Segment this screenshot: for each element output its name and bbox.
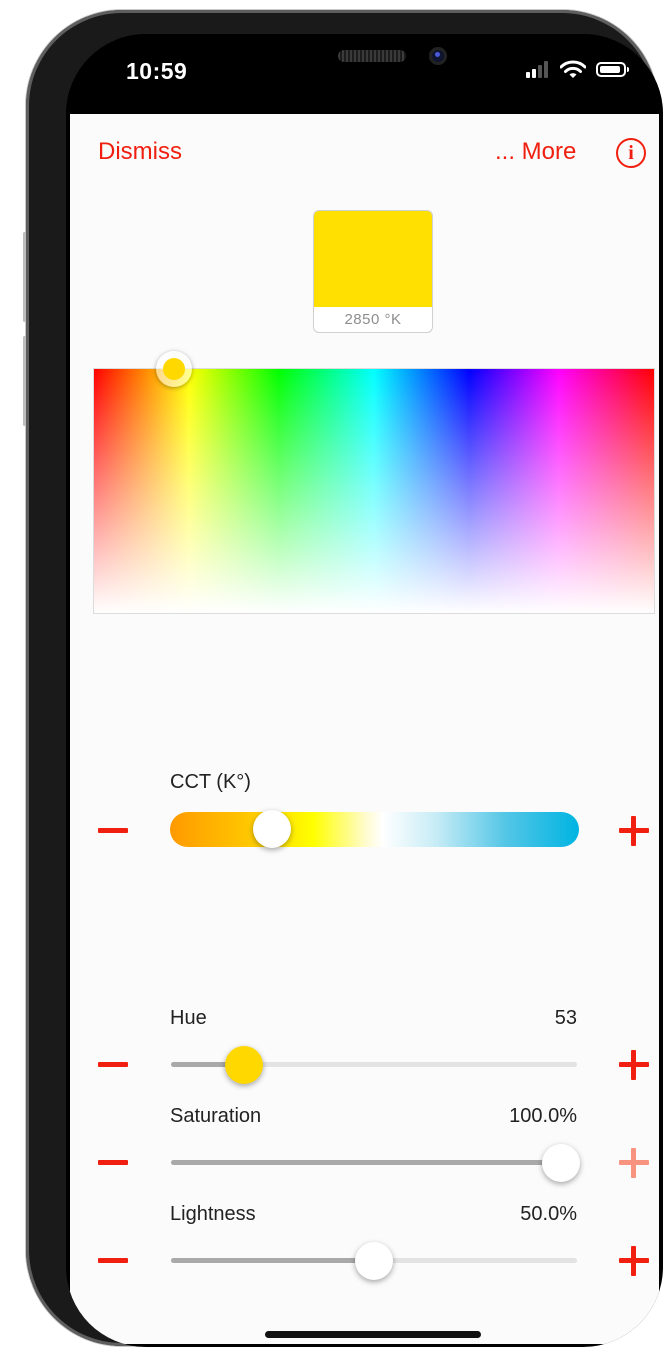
home-indicator bbox=[265, 1331, 481, 1338]
lightness-label: Lightness bbox=[170, 1203, 256, 1225]
swatch-color bbox=[314, 211, 432, 307]
info-icon[interactable]: i bbox=[616, 138, 646, 168]
lightness-increase-button[interactable] bbox=[619, 1246, 649, 1276]
signal-icon bbox=[526, 60, 552, 80]
screen: 10:59 Dismiss ... More i 2850 °K CCT (K°… bbox=[66, 34, 663, 1347]
speaker-grille bbox=[338, 50, 406, 62]
status-bar: 10:59 bbox=[66, 34, 663, 114]
lightness-value: 50.0% bbox=[520, 1203, 577, 1225]
wifi-icon bbox=[560, 60, 586, 78]
cct-increase-button[interactable] bbox=[619, 816, 649, 846]
side-button bbox=[23, 232, 26, 322]
saturation-decrease-button[interactable] bbox=[98, 1160, 128, 1165]
swatch-temperature-label: 2850 °K bbox=[344, 311, 402, 328]
side-button bbox=[23, 336, 26, 426]
hue-slider-thumb[interactable] bbox=[225, 1046, 264, 1084]
status-icons bbox=[526, 60, 636, 80]
hue-label: Hue bbox=[170, 1007, 207, 1029]
lightness-slider-fill bbox=[171, 1258, 374, 1263]
front-camera bbox=[429, 47, 447, 65]
lightness-slider-thumb[interactable] bbox=[355, 1242, 393, 1280]
notch bbox=[284, 34, 460, 80]
cct-decrease-button[interactable] bbox=[98, 828, 128, 833]
saturation-slider[interactable] bbox=[171, 1160, 577, 1165]
lightness-decrease-button[interactable] bbox=[98, 1258, 128, 1263]
saturation-value: 100.0% bbox=[509, 1105, 577, 1127]
color-picker-sheet: Dismiss ... More i 2850 °K CCT (K°) Hue … bbox=[70, 114, 659, 1344]
saturation-label: Saturation bbox=[170, 1105, 262, 1127]
spectrum-picker-handle[interactable] bbox=[156, 351, 192, 387]
more-button[interactable]: ... More bbox=[495, 138, 576, 166]
saturation-slider-thumb[interactable] bbox=[541, 1144, 580, 1182]
hue-value: 53 bbox=[554, 1007, 577, 1029]
saturation-slider-fill bbox=[171, 1160, 561, 1165]
phone-frame: 10:59 Dismiss ... More i 2850 °K CCT (K°… bbox=[23, 10, 663, 1347]
color-swatch: 2850 °K bbox=[313, 210, 433, 333]
battery-icon bbox=[596, 62, 629, 77]
cct-slider-thumb[interactable] bbox=[253, 810, 292, 848]
dismiss-button[interactable]: Dismiss bbox=[98, 138, 182, 166]
hue-decrease-button[interactable] bbox=[98, 1062, 128, 1067]
saturation-increase-button[interactable] bbox=[619, 1148, 649, 1178]
color-spectrum[interactable] bbox=[93, 368, 655, 614]
status-time: 10:59 bbox=[126, 58, 188, 84]
cct-slider[interactable] bbox=[170, 812, 579, 847]
cct-label: CCT (K°) bbox=[170, 771, 251, 793]
hue-increase-button[interactable] bbox=[619, 1050, 649, 1080]
